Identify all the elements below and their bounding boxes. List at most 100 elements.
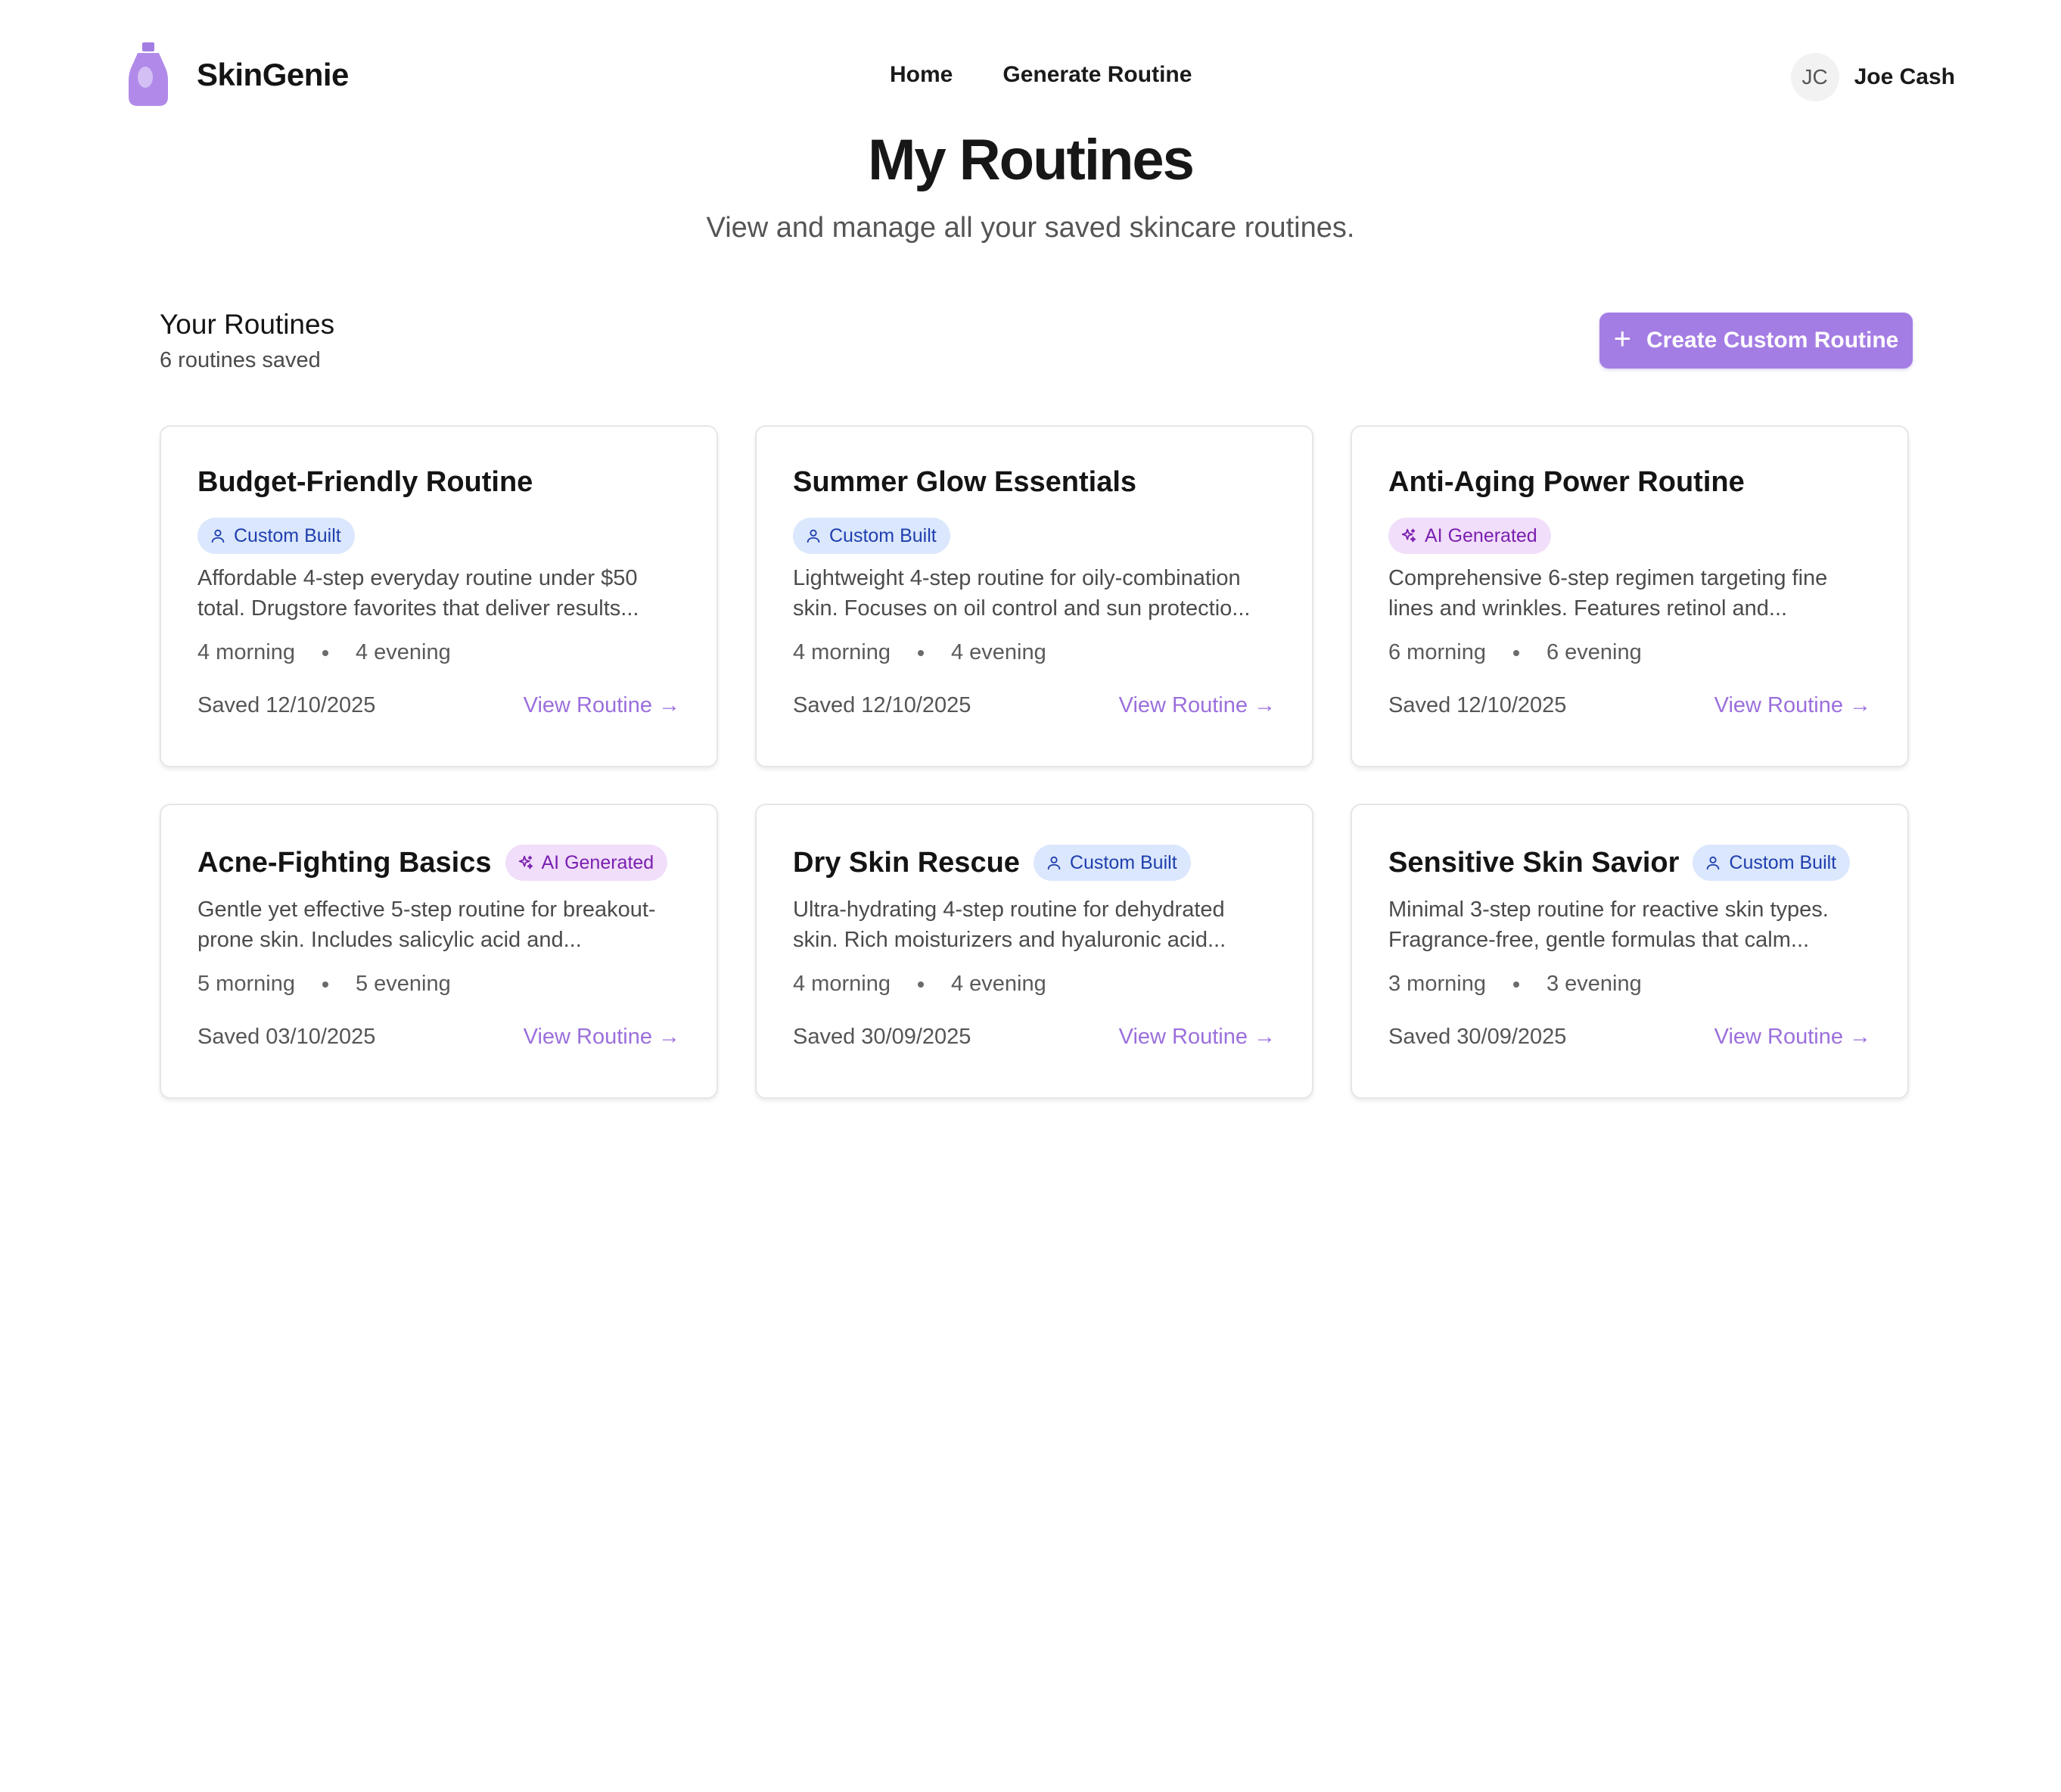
separator-dot <box>322 981 328 988</box>
card-header: Summer Glow Essentials <box>793 466 1276 499</box>
description-line: Comprehensive 6-step regimen targeting f… <box>1388 566 1828 590</box>
view-routine-label: View Routine <box>523 1025 652 1049</box>
arrow-right-icon: → <box>658 1025 680 1049</box>
routine-title: Budget-Friendly Routine <box>197 466 533 498</box>
card-header: Sensitive Skin Savior Custom Built <box>1388 845 1871 881</box>
view-routine-link[interactable]: View Routine → <box>1714 1025 1871 1050</box>
user-icon <box>805 527 822 544</box>
routine-card[interactable]: Budget-Friendly Routine Custom Built Affor… <box>160 425 718 767</box>
morning-steps: 5 morning <box>197 972 295 996</box>
card-footer: Saved 12/10/2025 View Routine → <box>1388 693 1871 718</box>
page-subtitle: View and manage all your saved skincare … <box>706 212 1355 244</box>
arrow-right-icon: → <box>1254 693 1276 717</box>
routine-title: Dry Skin Rescue <box>793 846 1020 879</box>
morning-steps: 6 morning <box>1388 640 1486 664</box>
routine-card[interactable]: Dry Skin Rescue Custom Built Ultra-hydrati… <box>755 804 1313 1099</box>
routine-description: Gentle yet effective 5-step routine for … <box>197 894 680 955</box>
sparkle-icon <box>1400 527 1417 544</box>
routine-card[interactable]: Sensitive Skin Savior Custom Built Minimal… <box>1351 804 1909 1099</box>
description-line: skin. Rich moisturizers and hyaluronic a… <box>793 928 1226 952</box>
routine-description: Lightweight 4-step routine for oily-comb… <box>793 563 1276 624</box>
separator-dot <box>322 649 328 656</box>
arrow-right-icon: → <box>1849 1025 1871 1049</box>
routine-description: Comprehensive 6-step regimen targeting f… <box>1388 563 1871 624</box>
routine-card[interactable]: Anti-Aging Power Routine AI Generated Comp… <box>1351 425 1909 767</box>
saved-date: Saved 30/09/2025 <box>1388 1025 1567 1049</box>
step-counts: 5 morning 5 evening <box>197 972 680 997</box>
card-header: Anti-Aging Power Routine <box>1388 466 1871 499</box>
evening-steps: 4 evening <box>355 640 451 664</box>
nav-generate-routine[interactable]: Generate Routine <box>1003 62 1192 88</box>
view-routine-label: View Routine <box>1714 693 1843 717</box>
badge-label: AI Generated <box>541 851 654 873</box>
description-line: total. Drugstore favorites that deliver … <box>197 596 639 621</box>
saved-date: Saved 12/10/2025 <box>197 693 376 717</box>
page-title: My Routines <box>868 128 1195 192</box>
arrow-right-icon: → <box>1849 693 1871 717</box>
view-routine-link[interactable]: View Routine → <box>1714 693 1871 718</box>
description-line: Ultra-hydrating 4-step routine for dehyd… <box>793 898 1225 922</box>
separator-dot <box>917 649 924 656</box>
routine-type-badge: Custom Built <box>793 518 950 554</box>
main-nav: Home Generate Routine <box>890 62 1192 88</box>
view-routine-link[interactable]: View Routine → <box>1119 693 1276 718</box>
routine-title: Summer Glow Essentials <box>793 466 1137 498</box>
morning-steps: 4 morning <box>197 640 295 664</box>
badge-label: Custom Built <box>1729 851 1837 873</box>
badge-row: AI Generated <box>1388 518 1871 554</box>
routine-type-badge: Custom Built <box>1693 845 1851 881</box>
evening-steps: 3 evening <box>1546 972 1642 996</box>
user-icon <box>1046 854 1062 871</box>
nav-home[interactable]: Home <box>890 62 953 88</box>
saved-date: Saved 03/10/2025 <box>197 1025 376 1049</box>
step-counts: 3 morning 3 evening <box>1388 972 1871 997</box>
description-line: skin. Focuses on oil control and sun pro… <box>793 596 1251 621</box>
description-line: lines and wrinkles. Features retinol and… <box>1388 596 1788 621</box>
description-line: Gentle yet effective 5-step routine for … <box>197 898 656 922</box>
routine-card[interactable]: Summer Glow Essentials Custom Built Lightw… <box>755 425 1313 767</box>
badge-label: AI Generated <box>1425 524 1537 546</box>
user-icon <box>1705 854 1721 871</box>
description-line: Affordable 4-step everyday routine under… <box>197 566 638 590</box>
plus-icon: + <box>1613 322 1631 356</box>
view-routine-label: View Routine <box>1118 693 1248 717</box>
card-footer: Saved 30/09/2025 View Routine → <box>1388 1025 1871 1050</box>
evening-steps: 6 evening <box>1546 640 1642 664</box>
routine-title: Acne-Fighting Basics <box>197 846 492 879</box>
logo[interactable]: SkinGenie <box>127 42 349 107</box>
step-counts: 6 morning 6 evening <box>1388 640 1871 665</box>
routine-type-badge: Custom Built <box>197 518 355 554</box>
view-routine-link[interactable]: View Routine → <box>1119 1025 1276 1050</box>
separator-dot <box>1512 649 1519 656</box>
card-header: Acne-Fighting Basics AI Generated <box>197 845 680 881</box>
saved-date: Saved 30/09/2025 <box>793 1025 971 1049</box>
step-counts: 4 morning 4 evening <box>793 972 1276 997</box>
badge-row: Custom Built <box>197 518 680 554</box>
view-routine-link[interactable]: View Routine → <box>524 1025 680 1050</box>
view-routine-link[interactable]: View Routine → <box>524 693 680 718</box>
card-footer: Saved 12/10/2025 View Routine → <box>197 693 680 718</box>
routine-card[interactable]: Acne-Fighting Basics AI Generated Gentle y… <box>160 804 718 1099</box>
card-footer: Saved 03/10/2025 View Routine → <box>197 1025 680 1050</box>
description-line: Fragrance-free, gentle formulas that cal… <box>1388 928 1810 952</box>
routine-description: Minimal 3-step routine for reactive skin… <box>1388 894 1871 955</box>
badge-label: Custom Built <box>234 524 341 546</box>
separator-dot <box>1512 981 1519 988</box>
card-footer: Saved 12/10/2025 View Routine → <box>793 693 1276 718</box>
create-custom-routine-button[interactable]: + Create Custom Routine <box>1599 313 1913 369</box>
description-line: Minimal 3-step routine for reactive skin… <box>1388 898 1829 922</box>
view-routine-label: View Routine <box>523 693 652 717</box>
routine-description: Affordable 4-step everyday routine under… <box>197 563 680 624</box>
routine-type-badge: AI Generated <box>505 845 668 881</box>
user-menu[interactable]: JC Joe Cash <box>1790 53 1955 101</box>
sparkle-icon <box>518 854 534 871</box>
saved-date: Saved 12/10/2025 <box>793 693 971 717</box>
user-name[interactable]: Joe Cash <box>1854 64 1955 90</box>
morning-steps: 4 morning <box>793 640 891 664</box>
morning-steps: 3 morning <box>1388 972 1486 996</box>
badge-label: Custom Built <box>829 524 937 546</box>
routine-type-badge: AI Generated <box>1388 518 1551 554</box>
avatar[interactable]: JC <box>1790 53 1839 101</box>
arrow-right-icon: → <box>1254 1025 1276 1049</box>
badge-label: Custom Built <box>1069 851 1177 873</box>
